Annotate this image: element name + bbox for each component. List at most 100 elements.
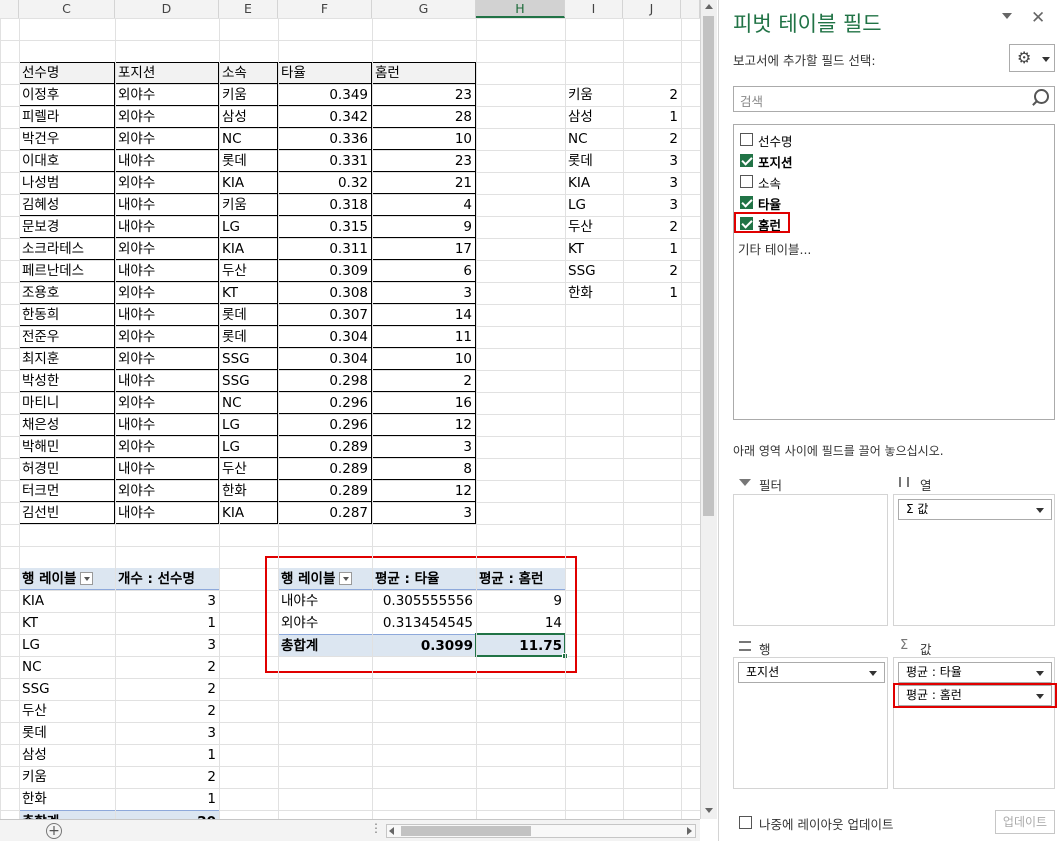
field-checkbox[interactable]	[740, 196, 753, 209]
table-cell[interactable]: 외야수	[115, 84, 219, 106]
table-cell[interactable]: 0.296	[278, 392, 372, 414]
table-cell[interactable]: 0.342	[278, 106, 372, 128]
values-avg-rate-item[interactable]: 평균 : 타율	[898, 662, 1052, 683]
table-cell[interactable]: 최지훈	[19, 348, 115, 370]
team-count-label[interactable]: 한화	[565, 282, 623, 304]
table-header-cell[interactable]: 포지션	[115, 62, 219, 84]
table-cell[interactable]: KIA	[219, 238, 278, 260]
team-count-value[interactable]: 1	[623, 238, 681, 260]
scroll-left-icon[interactable]	[389, 827, 394, 835]
column-header-J[interactable]: J	[623, 0, 681, 18]
table-cell[interactable]: 전준우	[19, 326, 115, 348]
field-label[interactable]: 포지션	[758, 152, 793, 171]
pivot1-row-label[interactable]: KT	[19, 612, 115, 634]
field-checkbox[interactable]	[740, 154, 753, 167]
table-cell[interactable]: 12	[372, 480, 476, 502]
column-header-D[interactable]: D	[115, 0, 219, 18]
table-header-cell[interactable]: 선수명	[19, 62, 115, 84]
table-cell[interactable]: SSG	[219, 370, 278, 392]
table-cell[interactable]: 소크라테스	[19, 238, 115, 260]
pivot1-row-label[interactable]: LG	[19, 634, 115, 656]
table-cell[interactable]: 0.331	[278, 150, 372, 172]
pivot1-row-label-header[interactable]: 행 레이블	[19, 568, 115, 590]
more-tables-link[interactable]: 기타 테이블...	[738, 239, 811, 258]
pivot2-total-label[interactable]: 총합계	[278, 634, 372, 656]
table-cell[interactable]: 3	[372, 282, 476, 304]
team-count-label[interactable]: 두산	[565, 216, 623, 238]
table-cell[interactable]: 0.308	[278, 282, 372, 304]
column-header-G[interactable]: G	[372, 0, 476, 18]
team-count-value[interactable]: 2	[623, 128, 681, 150]
table-cell[interactable]: 16	[372, 392, 476, 414]
table-cell[interactable]: 0.289	[278, 480, 372, 502]
pivot2-avg-rate-header[interactable]: 평균 : 타율	[372, 568, 476, 590]
table-cell[interactable]: 외야수	[115, 282, 219, 304]
table-cell[interactable]: 채은성	[19, 414, 115, 436]
vertical-scroll-thumb[interactable]	[703, 16, 714, 516]
table-header-cell[interactable]: 소속	[219, 62, 278, 84]
columns-values-item[interactable]: Σ 값	[898, 499, 1052, 520]
table-header-cell[interactable]: 홈런	[372, 62, 476, 84]
table-cell[interactable]: 키움	[219, 84, 278, 106]
table-cell[interactable]: 0.304	[278, 348, 372, 370]
pivot1-row-value[interactable]: 3	[115, 634, 219, 656]
table-cell[interactable]: 두산	[219, 458, 278, 480]
field-label[interactable]: 홈런	[758, 215, 781, 234]
table-cell[interactable]: 8	[372, 458, 476, 480]
dropdown-arrow-icon[interactable]	[1002, 13, 1012, 19]
pivot1-row-label[interactable]: KIA	[19, 590, 115, 612]
table-cell[interactable]: 0.32	[278, 172, 372, 194]
pivot2-row-label[interactable]: 내야수	[278, 590, 372, 612]
more-options-icon[interactable]: ⋮	[370, 821, 382, 835]
team-count-value[interactable]: 1	[623, 282, 681, 304]
table-cell[interactable]: 키움	[219, 194, 278, 216]
pivot2-avg-rate[interactable]: 0.305555556	[372, 590, 476, 612]
pivot2-row-label-header[interactable]: 행 레이블	[278, 568, 372, 590]
column-header-H[interactable]: H	[476, 0, 565, 18]
table-cell[interactable]: 0.311	[278, 238, 372, 260]
table-cell[interactable]: 김혜성	[19, 194, 115, 216]
row-label-filter-button[interactable]	[80, 571, 94, 585]
team-count-label[interactable]: 롯데	[565, 150, 623, 172]
table-cell[interactable]: 9	[372, 216, 476, 238]
table-cell[interactable]: LG	[219, 216, 278, 238]
table-cell[interactable]: 21	[372, 172, 476, 194]
pivot1-row-label[interactable]: 한화	[19, 788, 115, 810]
table-cell[interactable]: 박건우	[19, 128, 115, 150]
table-cell[interactable]: 외야수	[115, 172, 219, 194]
table-cell[interactable]: 17	[372, 238, 476, 260]
field-label[interactable]: 타율	[758, 194, 781, 213]
pivot1-row-value[interactable]: 3	[115, 590, 219, 612]
pivot1-row-value[interactable]: 2	[115, 678, 219, 700]
table-cell[interactable]: 피렐라	[19, 106, 115, 128]
pivot1-row-value[interactable]: 3	[115, 722, 219, 744]
table-cell[interactable]: 2	[372, 370, 476, 392]
field-checkbox[interactable]	[740, 133, 753, 146]
table-cell[interactable]: 마티니	[19, 392, 115, 414]
team-count-value[interactable]: 2	[623, 84, 681, 106]
field-label[interactable]: 소속	[758, 173, 781, 192]
table-cell[interactable]: 0.304	[278, 326, 372, 348]
column-header-C[interactable]: C	[19, 0, 115, 18]
columns-zone[interactable]: Σ 값	[893, 494, 1055, 626]
pivot2-avg-rate[interactable]: 0.313454545	[372, 612, 476, 634]
table-cell[interactable]: 28	[372, 106, 476, 128]
table-cell[interactable]: 내야수	[115, 304, 219, 326]
filter-zone[interactable]	[733, 494, 888, 626]
values-zone[interactable]: 평균 : 타율 평균 : 홈런	[893, 657, 1055, 789]
table-cell[interactable]: 0.318	[278, 194, 372, 216]
table-cell[interactable]: 0.289	[278, 436, 372, 458]
pivot1-row-value[interactable]: 2	[115, 766, 219, 788]
pivot1-row-value[interactable]: 2	[115, 700, 219, 722]
pivot1-row-label[interactable]: SSG	[19, 678, 115, 700]
table-cell[interactable]: 허경민	[19, 458, 115, 480]
table-cell[interactable]: 터크먼	[19, 480, 115, 502]
column-header-E[interactable]: E	[219, 0, 278, 18]
table-header-cell[interactable]: 타율	[278, 62, 372, 84]
table-cell[interactable]: 23	[372, 84, 476, 106]
table-cell[interactable]: 내야수	[115, 216, 219, 238]
table-cell[interactable]: 조용호	[19, 282, 115, 304]
table-cell[interactable]: 내야수	[115, 150, 219, 172]
row-label-filter-button[interactable]	[339, 571, 353, 585]
table-cell[interactable]: 3	[372, 436, 476, 458]
